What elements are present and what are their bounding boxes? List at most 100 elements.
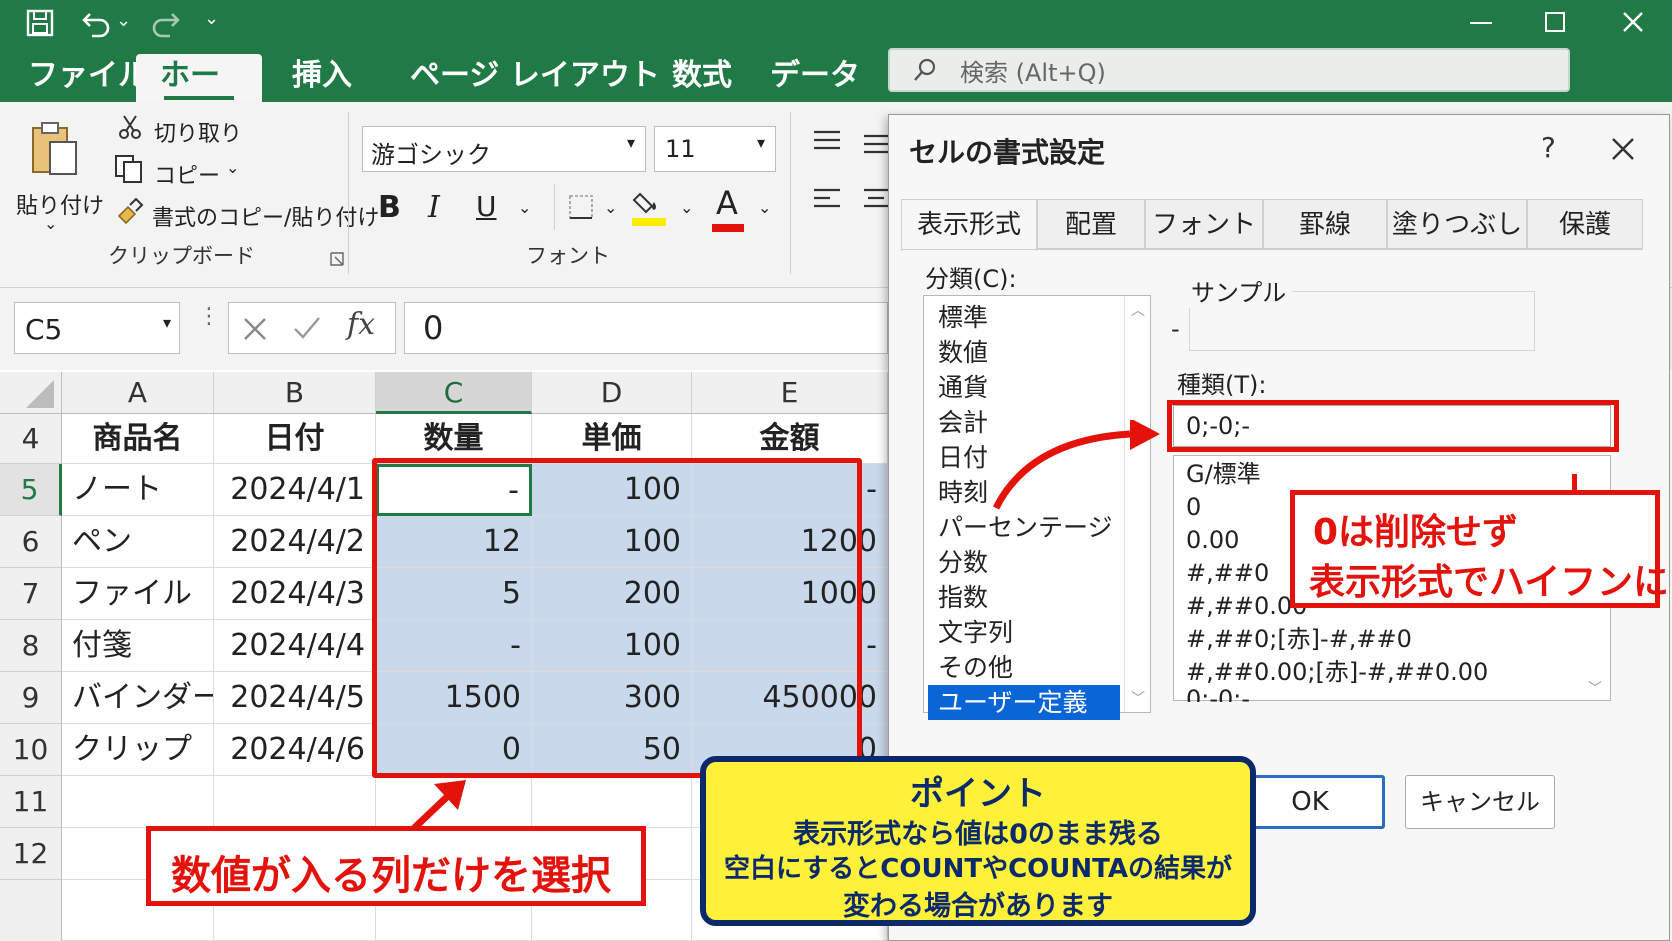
row-header[interactable]: 9 — [0, 672, 62, 724]
select-all-corner[interactable] — [0, 372, 62, 414]
tab-insert[interactable]: 挿入 — [268, 54, 376, 102]
search-box[interactable]: 検索 (Alt+Q) — [888, 48, 1570, 92]
copy-icon[interactable] — [114, 154, 144, 184]
header-cell[interactable]: 日付 — [214, 414, 376, 464]
type-list-item[interactable]: G/標準 — [1186, 458, 1261, 491]
category-item[interactable]: 数値 — [928, 335, 1120, 370]
copy-button[interactable]: コピー — [154, 158, 220, 190]
maximize-icon[interactable] — [1545, 12, 1565, 32]
product-name-cell[interactable]: バインダー — [62, 672, 214, 724]
tab-page-layout[interactable]: ページ レイアウト — [386, 54, 684, 102]
type-list-item[interactable]: 0.00 — [1186, 524, 1239, 557]
align-center-icon[interactable] — [862, 186, 888, 212]
category-item[interactable]: その他 — [928, 650, 1120, 685]
insert-function-icon[interactable]: fx — [347, 307, 375, 342]
column-header-c[interactable]: C — [376, 372, 532, 414]
cut-button[interactable]: 切り取り — [154, 116, 242, 148]
product-name-cell[interactable]: ペン — [62, 516, 214, 568]
row-header[interactable]: 10 — [0, 724, 62, 776]
type-list-item[interactable]: 0 — [1186, 491, 1201, 524]
type-list-item[interactable]: 0;-0;- — [1186, 689, 1250, 702]
date-cell[interactable]: 2024/4/3 — [214, 568, 376, 620]
row-header[interactable]: 12 — [0, 828, 62, 880]
header-cell[interactable]: 商品名 — [62, 414, 214, 464]
italic-button[interactable]: I — [428, 190, 440, 225]
tab-border[interactable]: 罫線 — [1263, 199, 1387, 249]
category-item-selected[interactable]: ユーザー定義 — [928, 685, 1120, 720]
underline-button[interactable]: U — [476, 190, 497, 223]
row-header[interactable]: 4 — [0, 414, 62, 464]
category-item[interactable]: 標準 — [928, 300, 1120, 335]
close-dialog-icon[interactable] — [1611, 137, 1635, 161]
paste-icon[interactable] — [30, 120, 80, 178]
category-item[interactable]: 文字列 — [928, 615, 1120, 650]
paste-dropdown-icon[interactable]: ⌄ — [44, 214, 57, 233]
category-item[interactable]: 指数 — [928, 580, 1120, 615]
row-header[interactable]: 11 — [0, 776, 62, 828]
date-cell[interactable]: 2024/4/5 — [214, 672, 376, 724]
format-painter-icon[interactable] — [116, 198, 144, 224]
date-cell[interactable]: 2024/4/4 — [214, 620, 376, 672]
tab-fill[interactable]: 塗りつぶし — [1387, 199, 1527, 249]
paste-label[interactable]: 貼り付け — [16, 188, 104, 220]
tab-number-format[interactable]: 表示形式 — [901, 199, 1037, 251]
date-cell[interactable]: 2024/4/2 — [214, 516, 376, 568]
type-list-item[interactable]: #,##0 — [1186, 557, 1269, 590]
header-cell[interactable]: 金額 — [692, 414, 888, 464]
tab-font[interactable]: フォント — [1145, 199, 1263, 249]
product-name-cell[interactable]: ファイル — [62, 568, 214, 620]
product-name-cell[interactable]: ノート — [62, 464, 214, 516]
date-cell[interactable]: 2024/4/6 — [214, 724, 376, 776]
column-header-b[interactable]: B — [214, 372, 376, 414]
ok-button[interactable]: OK — [1235, 775, 1385, 829]
scroll-down-icon[interactable]: ﹀ — [1131, 688, 1145, 708]
minimize-icon[interactable] — [1470, 22, 1492, 24]
font-name-select[interactable]: 游ゴシック ▾ — [362, 126, 646, 172]
customize-qat-dropdown[interactable]: ⌄ — [204, 8, 219, 29]
column-header-d[interactable]: D — [532, 372, 692, 414]
header-cell[interactable]: 数量 — [376, 414, 532, 464]
align-top-icon[interactable] — [812, 128, 842, 154]
scissors-icon[interactable] — [118, 114, 142, 140]
empty-cell[interactable] — [62, 776, 214, 828]
row-header[interactable]: 5 — [0, 464, 62, 516]
type-list-item[interactable]: #,##0.00;[赤]-#,##0.00 — [1186, 656, 1488, 689]
header-cell[interactable]: 単価 — [532, 414, 692, 464]
undo-dropdown[interactable]: ⌄ — [116, 10, 131, 31]
column-header-e[interactable]: E — [692, 372, 888, 414]
product-name-cell[interactable]: 付箋 — [62, 620, 214, 672]
close-window-icon[interactable] — [1622, 11, 1644, 33]
row-header[interactable]: 7 — [0, 568, 62, 620]
undo-icon[interactable] — [80, 8, 112, 38]
category-item[interactable]: 通貨 — [928, 370, 1120, 405]
cancel-formula-icon[interactable] — [243, 317, 267, 341]
align-middle-icon[interactable] — [862, 132, 888, 158]
category-item[interactable]: 分数 — [928, 545, 1120, 580]
product-name-cell[interactable]: クリップ — [62, 724, 214, 776]
tab-alignment[interactable]: 配置 — [1037, 199, 1145, 249]
tab-protection[interactable]: 保護 — [1527, 199, 1643, 249]
date-cell[interactable]: 2024/4/1 — [214, 464, 376, 516]
scroll-down-icon[interactable]: ﹀ — [1588, 678, 1602, 698]
borders-icon[interactable] — [568, 194, 594, 220]
cancel-button[interactable]: キャンセル — [1405, 775, 1555, 829]
font-color-dropdown-icon[interactable]: ⌄ — [758, 198, 771, 217]
row-header[interactable]: 6 — [0, 516, 62, 568]
name-box[interactable]: C5 ▾ — [14, 302, 180, 354]
font-size-select[interactable]: 11 ▾ — [654, 126, 776, 172]
redo-icon[interactable] — [150, 8, 182, 38]
save-icon[interactable] — [26, 9, 54, 37]
row-header[interactable]: 8 — [0, 620, 62, 672]
enter-formula-icon[interactable] — [293, 315, 321, 341]
fill-color-icon[interactable] — [632, 186, 666, 228]
underline-dropdown-icon[interactable]: ⌄ — [518, 198, 531, 217]
fill-color-dropdown-icon[interactable]: ⌄ — [680, 198, 693, 217]
tab-data[interactable]: データ — [746, 54, 884, 102]
dialog-launcher-icon[interactable] — [330, 252, 344, 266]
column-header-a[interactable]: A — [62, 372, 214, 414]
empty-cell[interactable] — [532, 776, 692, 828]
formula-input[interactable]: 0 — [404, 302, 888, 354]
empty-cell[interactable] — [214, 776, 376, 828]
bold-button[interactable]: B — [378, 190, 401, 225]
align-left-icon[interactable] — [812, 186, 842, 212]
